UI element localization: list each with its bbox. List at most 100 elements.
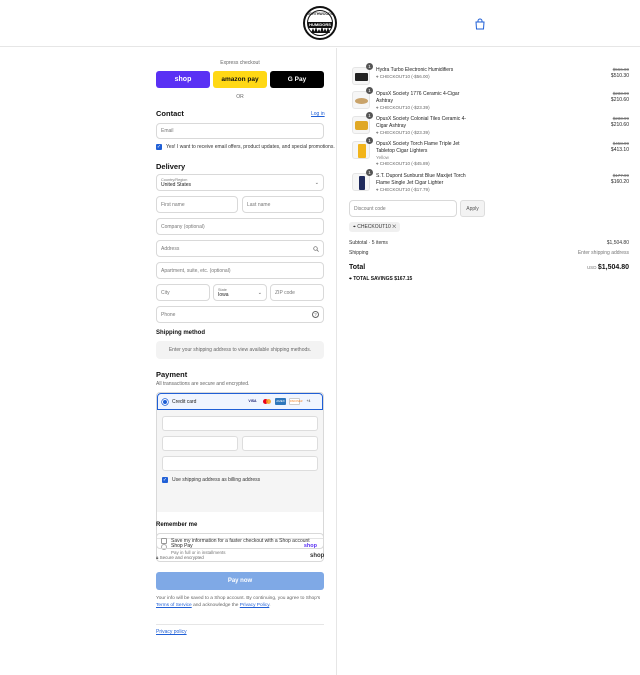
remember-me-title: Remember me	[156, 522, 198, 528]
item-price: $210.60	[610, 97, 629, 103]
amazon-pay-button[interactable]: amazon pay	[213, 71, 267, 88]
credit-card-option[interactable]: Credit card VISA AMEX DISCOVER +4	[157, 393, 323, 410]
contact-title: Contact	[156, 109, 184, 118]
first-name-field[interactable]: First name	[156, 196, 238, 213]
discount-code-field[interactable]: Discount code	[349, 200, 457, 217]
trees-icon	[311, 26, 330, 33]
item-discount-label: CHECKOUT10 (-$17.79)	[379, 187, 430, 192]
item-name: OpusX Society Torch Flame Triple Jet Tab…	[376, 141, 460, 154]
item-old-price: $233.99	[612, 116, 629, 121]
total-amount: USD $1,504.80	[587, 264, 629, 271]
item-price: $510.30	[610, 73, 629, 79]
applied-code: CHECKOUT10	[357, 224, 391, 230]
country-select[interactable]: Country/Region United States ⌄	[156, 174, 324, 191]
save-info-option[interactable]: Save my information for a faster checkou…	[156, 533, 324, 549]
state-select[interactable]: State Iowa ⌄	[213, 284, 267, 301]
footer-divider	[156, 624, 324, 625]
item-price: $413.10	[610, 147, 629, 153]
card-number-field[interactable]	[162, 416, 318, 431]
login-link[interactable]: Log in	[311, 111, 325, 117]
legal-text: Your info will be saved to a Shop accoun…	[156, 595, 324, 609]
total-label: Total	[349, 264, 366, 271]
lock-icon: 🔒︎	[156, 555, 159, 560]
save-info-label: Save my information for a faster checkou…	[171, 538, 310, 544]
privacy-link[interactable]: Privacy Policy	[240, 603, 270, 608]
item-variant: Yellow	[376, 155, 389, 160]
or-divider: OR	[236, 94, 244, 100]
quantity-badge: 1	[366, 63, 373, 70]
quantity-badge: 1	[366, 112, 373, 119]
subtotal-row: Subtotal · 5 items $1,504.80	[349, 240, 629, 246]
address-field[interactable]: Address	[156, 240, 324, 257]
quantity-badge: 1	[366, 87, 373, 94]
item-old-price: $566.00	[612, 67, 629, 72]
shipping-label: Shipping	[349, 250, 369, 256]
header: NORTHWOODS HUMIDORS	[0, 0, 640, 47]
zip-field[interactable]: ZIP code	[270, 284, 324, 301]
cart-item: 1 OpusX Society Torch Flame Triple Jet T…	[349, 137, 629, 171]
email-field[interactable]: Email	[156, 123, 324, 139]
phone-placeholder: Phone	[161, 311, 176, 318]
payment-title: Payment	[156, 370, 188, 379]
credit-card-label: Credit card	[172, 399, 197, 405]
secure-note: 🔒︎ Secure and encrypted	[156, 555, 204, 560]
legal-text-1: Your info will be saved to a Shop accoun…	[156, 596, 321, 601]
applied-code-chip: ⌖ CHECKOUT10 ✕	[349, 222, 401, 232]
secure-label: Secure and encrypted	[159, 555, 204, 560]
delivery-title: Delivery	[156, 162, 186, 171]
save-info-checkbox[interactable]	[161, 538, 167, 544]
checkout-form: Express checkout shop amazon pay G Pay O…	[0, 48, 336, 675]
order-summary: 1 Hydra Turbo Electronic Humidifiers ⌖ C…	[336, 48, 640, 675]
billing-same-checkbox[interactable]: ✓	[162, 477, 168, 483]
quantity-badge: 1	[366, 137, 373, 144]
last-name-field[interactable]: Last name	[242, 196, 324, 213]
item-discount: ⌖ CHECKOUT10 (-$23.39)	[376, 105, 430, 110]
shop-pay-express-button[interactable]: shop	[156, 71, 210, 88]
close-icon[interactable]: ✕	[392, 224, 396, 230]
subtotal-value: $1,504.80	[606, 240, 629, 246]
item-name: Hydra Turbo Electronic Humidifiers	[376, 67, 454, 73]
item-discount: ⌖ CHECKOUT10 (-$56.00)	[376, 74, 430, 79]
legal-text-end: .	[269, 603, 271, 608]
city-field[interactable]: City	[156, 284, 210, 301]
mastercard-icon	[261, 398, 272, 405]
store-logo[interactable]: NORTHWOODS HUMIDORS	[303, 6, 337, 40]
shipping-notice: Enter your shipping address to view avai…	[156, 341, 324, 359]
card-form: ✓ Use shipping address as billing addres…	[157, 410, 323, 512]
discover-icon: DISCOVER	[289, 398, 303, 405]
company-field[interactable]: Company (optional)	[156, 218, 324, 235]
name-on-card-field[interactable]	[162, 456, 318, 471]
item-old-price: $458.99	[612, 141, 629, 146]
chevron-down-icon: ⌄	[257, 290, 262, 296]
item-name: OpusX Society Colonial Tiles Ceramic 4-C…	[376, 116, 467, 129]
terms-link[interactable]: Terms of Service	[156, 603, 192, 608]
visa-icon: VISA	[248, 399, 257, 403]
subtotal-label: Subtotal · 5 items	[349, 240, 388, 246]
shipping-value: Enter shipping address	[577, 250, 629, 256]
more-cards-icon: +4	[306, 399, 311, 403]
item-discount-label: CHECKOUT10 (-$45.89)	[379, 161, 430, 166]
privacy-policy-link[interactable]: Privacy policy	[156, 629, 187, 635]
apartment-field[interactable]: Apartment, suite, etc. (optional)	[156, 262, 324, 279]
phone-field[interactable]: Phone ?	[156, 306, 324, 323]
logo-top-text: NORTHWOODS	[306, 12, 334, 16]
item-price: $160.20	[610, 179, 629, 185]
pay-now-button[interactable]: Pay now	[156, 572, 324, 590]
expiration-field[interactable]	[162, 436, 238, 451]
shipping-method-title: Shipping method	[156, 330, 205, 336]
google-pay-button[interactable]: G Pay	[270, 71, 324, 88]
help-icon[interactable]: ?	[312, 311, 319, 318]
amex-icon: AMEX	[275, 398, 286, 405]
legal-text-mid: and acknowledge the	[193, 603, 239, 608]
shop-logo: shop	[310, 553, 325, 559]
card-brand-icons: VISA AMEX DISCOVER +4	[247, 398, 314, 405]
apply-button[interactable]: Apply	[460, 200, 485, 217]
shopping-bag-icon[interactable]	[474, 18, 486, 30]
item-name: S.T. Dupont Sunburst Blue Maxijet Torch …	[376, 173, 466, 186]
item-discount-label: CHECKOUT10 (-$23.39)	[379, 105, 430, 110]
security-code-field[interactable]	[242, 436, 318, 451]
newsletter-label: Yes! I want to receive email offers, pro…	[166, 144, 335, 150]
payment-subtitle: All transactions are secure and encrypte…	[156, 381, 250, 387]
quantity-badge: 1	[366, 169, 373, 176]
newsletter-checkbox[interactable]: ✓	[156, 144, 162, 150]
